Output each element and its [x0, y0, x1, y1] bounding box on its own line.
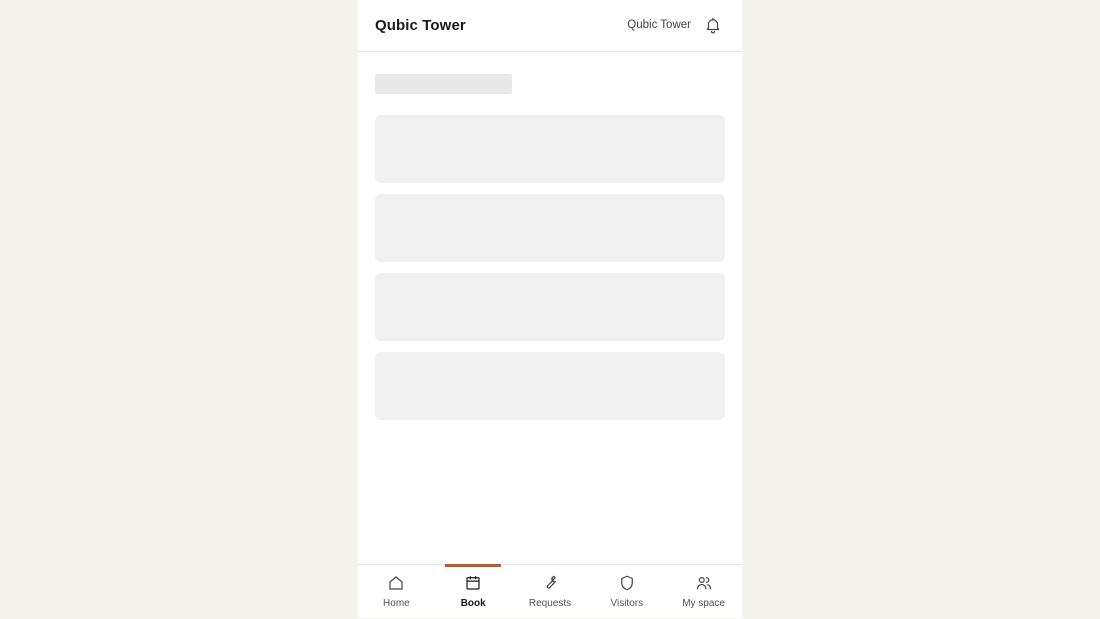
users-icon [696, 577, 711, 590]
building-selector[interactable]: Qubic Tower [627, 19, 691, 31]
page-title: Qubic Tower [375, 17, 466, 34]
tab-label: Requests [528, 598, 572, 609]
bottom-tab-bar: Home Book Requests Visitors My space [358, 564, 742, 618]
tab-label: Visitors [610, 598, 644, 609]
tab-label: My space [682, 598, 725, 609]
calendar-icon [466, 576, 480, 590]
tab-visitors[interactable]: Visitors [588, 565, 665, 619]
tab-my-space[interactable]: My space [665, 565, 742, 619]
app-header: Qubic Tower Qubic Tower [358, 0, 742, 52]
app-screen: Qubic Tower Qubic Tower Home Book Reques… [358, 0, 742, 618]
skeleton-card [375, 352, 725, 420]
tab-label: Book [460, 598, 486, 609]
wrench-icon [546, 575, 557, 589]
tab-requests[interactable]: Requests [512, 565, 589, 619]
shield-icon [620, 575, 633, 591]
skeleton-heading-placeholder [375, 74, 512, 94]
skeleton-card [375, 194, 725, 262]
tab-book[interactable]: Book [435, 565, 512, 619]
tab-label: Home [383, 598, 410, 609]
home-icon [389, 576, 403, 590]
skeleton-card [375, 273, 725, 341]
skeleton-card [375, 115, 725, 183]
tab-home[interactable]: Home [358, 565, 435, 619]
bell-icon[interactable] [704, 16, 722, 34]
